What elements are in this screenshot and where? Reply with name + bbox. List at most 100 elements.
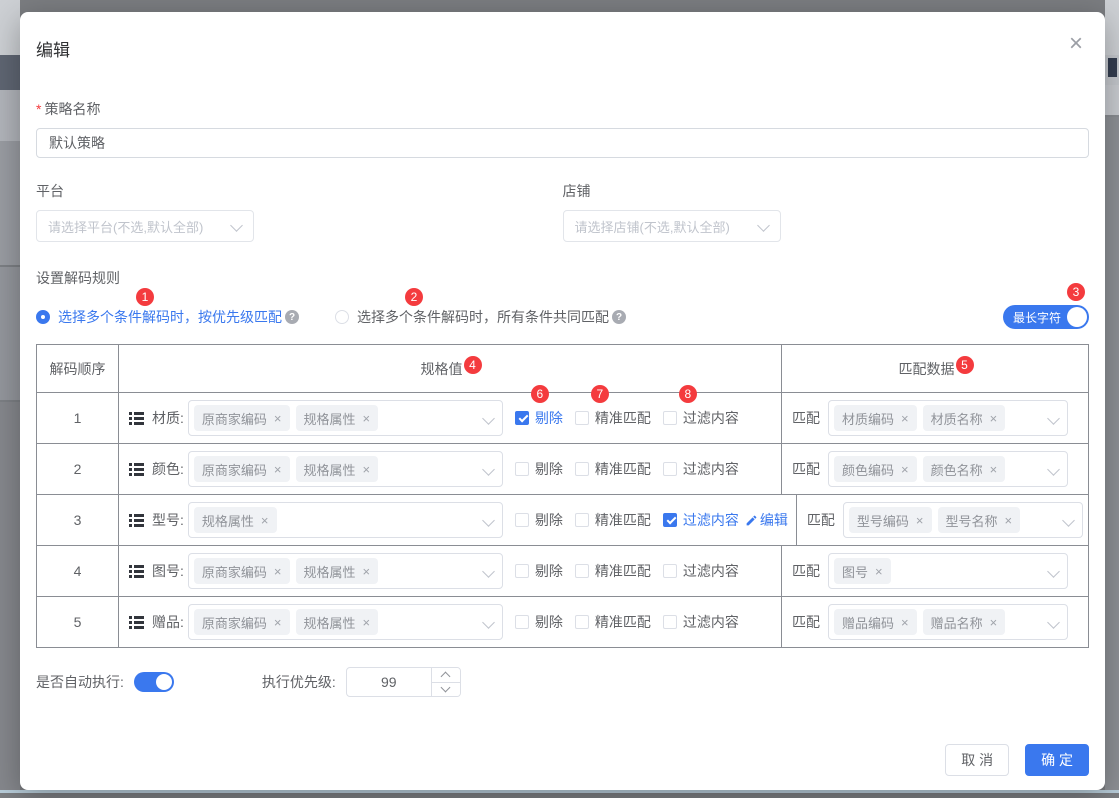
spec-select[interactable]: 原商家编码×规格属性× xyxy=(188,451,503,487)
filter-content-checkbox[interactable]: 过滤内容 xyxy=(663,510,739,530)
tag-remove-icon[interactable]: × xyxy=(363,564,371,579)
tag-label: 规格属性 xyxy=(304,613,356,632)
drag-handle-icon[interactable] xyxy=(129,616,144,629)
chevron-down-icon xyxy=(757,219,770,232)
edit-link-label: 编辑 xyxy=(760,510,788,530)
exact-match-checkbox[interactable]: 精准匹配 xyxy=(575,561,651,581)
header-spec-value: 规格值4 xyxy=(119,345,782,392)
tag-remove-icon[interactable]: × xyxy=(901,462,909,477)
background-text-fragment xyxy=(1108,58,1117,77)
platform-shop-row: 平台 请选择平台(不选,默认全部) 店铺 请选择店铺(不选,默认全部) xyxy=(36,181,1089,242)
remove-checkbox[interactable]: 6剔除 xyxy=(515,408,563,428)
background-page-fragment-bottom xyxy=(0,790,1119,798)
tag-remove-icon[interactable]: × xyxy=(363,411,371,426)
tag-remove-icon[interactable]: × xyxy=(274,462,282,477)
priority-spinner xyxy=(431,668,460,696)
match-select[interactable]: 图号× xyxy=(828,553,1068,589)
auto-execute-switch[interactable] xyxy=(134,672,174,692)
edit-filter-link[interactable]: 编辑 xyxy=(745,510,788,530)
drag-handle-icon[interactable] xyxy=(129,565,144,578)
checkbox-label: 剔除 xyxy=(535,459,563,479)
chevron-down-icon xyxy=(482,514,495,527)
tag-remove-icon[interactable]: × xyxy=(274,564,282,579)
filter-content-checkbox[interactable]: 8过滤内容 xyxy=(663,408,739,428)
match-label: 匹配 xyxy=(792,408,820,428)
spec-value-cell: 图号:原商家编码×规格属性×剔除精准匹配过滤内容 xyxy=(119,546,782,596)
checkbox-box-icon xyxy=(575,615,589,629)
checkbox-box-icon xyxy=(575,462,589,476)
filter-content-checkbox[interactable]: 过滤内容 xyxy=(663,561,739,581)
longest-char-toggle[interactable]: 3 最长字符 xyxy=(1003,305,1089,329)
exact-match-checkbox[interactable]: 7精准匹配 xyxy=(575,408,651,428)
spinner-down-icon[interactable] xyxy=(432,683,460,697)
tag-remove-icon[interactable]: × xyxy=(916,513,924,528)
close-icon[interactable]: × xyxy=(1069,34,1083,54)
selected-tag: 原商家编码× xyxy=(194,558,290,584)
cancel-button[interactable]: 取 消 xyxy=(945,744,1009,776)
tag-remove-icon[interactable]: × xyxy=(274,615,282,630)
remove-checkbox[interactable]: 剔除 xyxy=(515,459,563,479)
tag-remove-icon[interactable]: × xyxy=(901,615,909,630)
tag-label: 规格属性 xyxy=(202,511,254,530)
platform-label: 平台 xyxy=(36,181,563,201)
checkbox-box-icon xyxy=(515,411,529,425)
tag-remove-icon[interactable]: × xyxy=(990,462,998,477)
match-select[interactable]: 赠品编码×赠品名称× xyxy=(828,604,1068,640)
platform-select[interactable]: 请选择平台(不选,默认全部) xyxy=(36,210,254,242)
drag-handle-icon[interactable] xyxy=(129,463,144,476)
question-icon[interactable]: ? xyxy=(285,310,299,324)
match-data-cell: 匹配图号× xyxy=(782,546,1088,596)
confirm-button[interactable]: 确 定 xyxy=(1025,744,1089,776)
tag-label: 原商家编码 xyxy=(202,409,267,428)
radio-priority-match[interactable]: 1 选择多个条件解码时，按优先级匹配 ? xyxy=(36,307,299,327)
checkbox-box-icon xyxy=(663,513,677,527)
checkbox-label: 精准匹配 xyxy=(595,612,651,632)
tag-remove-icon[interactable]: × xyxy=(990,615,998,630)
chevron-down-icon xyxy=(482,412,495,425)
exact-match-checkbox[interactable]: 精准匹配 xyxy=(575,510,651,530)
tag-remove-icon[interactable]: × xyxy=(875,564,883,579)
step-badge-3: 3 xyxy=(1067,283,1085,301)
checkbox-label: 过滤内容 xyxy=(683,408,739,428)
match-select[interactable]: 颜色编码×颜色名称× xyxy=(828,451,1068,487)
strategy-name-field: *策略名称 xyxy=(36,99,1089,158)
tag-remove-icon[interactable]: × xyxy=(901,411,909,426)
filter-content-checkbox[interactable]: 过滤内容 xyxy=(663,459,739,479)
spec-select[interactable]: 原商家编码×规格属性× xyxy=(188,553,503,589)
spec-select[interactable]: 规格属性 × xyxy=(188,502,503,538)
tag-remove-icon[interactable]: × xyxy=(363,615,371,630)
row-field-label: 颜色: xyxy=(152,459,184,479)
tag-label: 赠品名称 xyxy=(931,613,983,632)
drag-handle-icon[interactable] xyxy=(129,412,144,425)
filter-content-checkbox[interactable]: 过滤内容 xyxy=(663,612,739,632)
tag-remove-icon[interactable]: × xyxy=(990,411,998,426)
drag-handle-icon[interactable] xyxy=(129,514,144,527)
match-select[interactable]: 型号编码×型号名称× xyxy=(843,502,1083,538)
question-icon[interactable]: ? xyxy=(612,310,626,324)
spec-value-cell: 型号:规格属性×剔除精准匹配过滤内容编辑 xyxy=(119,495,797,545)
shop-select[interactable]: 请选择店铺(不选,默认全部) xyxy=(563,210,781,242)
radio-all-match[interactable]: 2 选择多个条件解码时，所有条件共同匹配 ? xyxy=(335,307,626,327)
tag-remove-icon[interactable]: × xyxy=(261,513,269,528)
remove-checkbox[interactable]: 剔除 xyxy=(515,510,563,530)
spec-select[interactable]: 原商家编码×规格属性× xyxy=(188,400,503,436)
tag-label: 材质名称 xyxy=(931,409,983,428)
tag-remove-icon[interactable]: × xyxy=(274,411,282,426)
checkbox-box-icon xyxy=(575,564,589,578)
exact-match-checkbox[interactable]: 精准匹配 xyxy=(575,459,651,479)
priority-value[interactable]: 99 xyxy=(347,668,431,696)
radio-icon xyxy=(36,310,50,324)
tag-remove-icon[interactable]: × xyxy=(363,462,371,477)
tag-remove-icon[interactable]: × xyxy=(1005,513,1013,528)
strategy-name-input[interactable] xyxy=(36,128,1089,158)
remove-checkbox[interactable]: 剔除 xyxy=(515,561,563,581)
platform-placeholder: 请选择平台(不选,默认全部) xyxy=(48,217,203,236)
checkbox-box-icon xyxy=(515,513,529,527)
edit-dialog: 编辑 × *策略名称 平台 请选择平台(不选,默认全部) 店铺 请选择店铺(不选… xyxy=(20,12,1105,790)
step-badge-1: 1 xyxy=(136,288,154,306)
exact-match-checkbox[interactable]: 精准匹配 xyxy=(575,612,651,632)
remove-checkbox[interactable]: 剔除 xyxy=(515,612,563,632)
match-select[interactable]: 材质编码×材质名称× xyxy=(828,400,1068,436)
spinner-up-icon[interactable] xyxy=(432,668,460,683)
spec-select[interactable]: 原商家编码×规格属性× xyxy=(188,604,503,640)
